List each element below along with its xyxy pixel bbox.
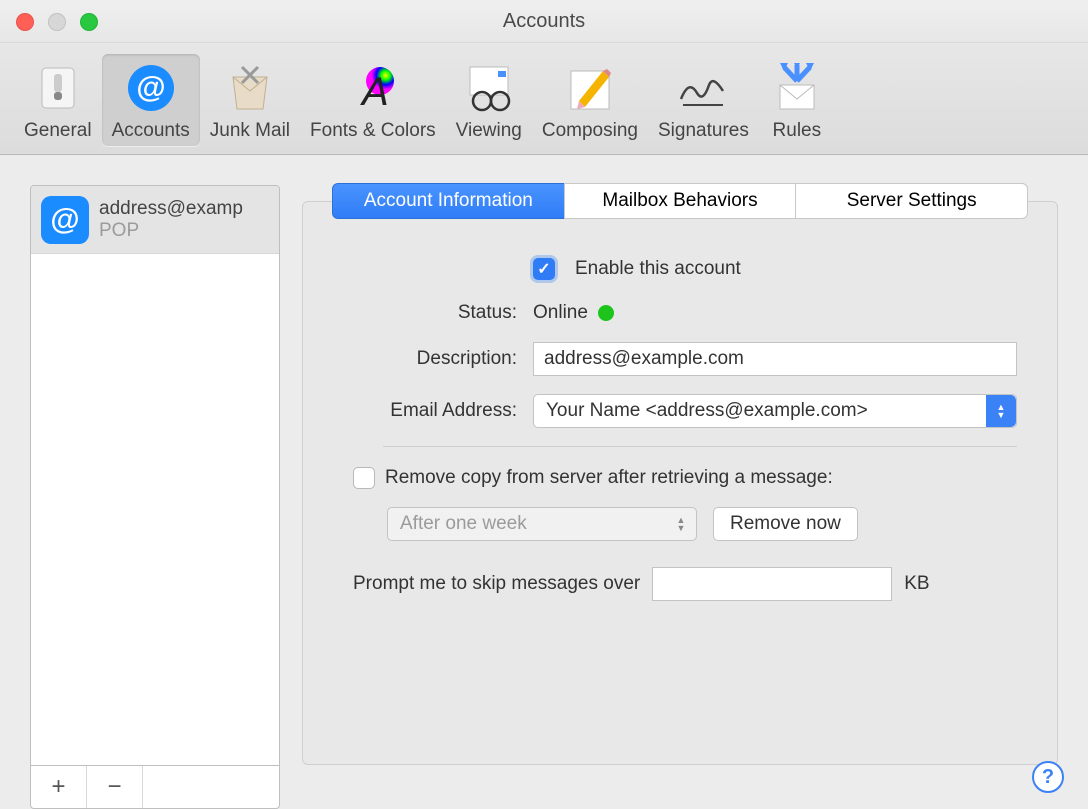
divider [383,446,1017,447]
enable-account-checkbox[interactable] [533,258,555,280]
status-online-icon [598,305,614,321]
description-input[interactable] [533,342,1017,376]
select-stepper-disabled-icon: ▲▼ [666,508,696,540]
select-stepper-icon: ▲▼ [986,395,1016,427]
toolbar-general[interactable]: General [14,54,102,146]
tab-mailbox-behaviors[interactable]: Mailbox Behaviors [564,183,796,219]
junk-mail-icon [222,60,278,116]
fonts-colors-icon: A [345,60,401,116]
sidebar-buttons: + − [30,765,280,809]
remove-account-button[interactable]: − [87,766,143,808]
remove-period-select[interactable]: After one week ▲▼ [387,507,697,541]
email-address-select[interactable]: Your Name <address@example.com> ▲▼ [533,394,1017,428]
email-address-label: Email Address: [343,400,533,422]
composing-icon [562,60,618,116]
zoom-window-button[interactable] [80,13,98,31]
accounts-icon: @ [123,60,179,116]
tab-server-settings[interactable]: Server Settings [795,183,1028,219]
enable-account-label: Enable this account [575,258,741,280]
remove-copy-checkbox[interactable] [353,467,375,489]
signatures-icon [675,60,731,116]
toolbar-fonts-colors[interactable]: A Fonts & Colors [300,54,446,146]
minimize-window-button[interactable] [48,13,66,31]
toolbar-viewing[interactable]: Viewing [446,54,532,146]
toolbar-signatures[interactable]: Signatures [648,54,759,146]
toolbar-composing[interactable]: Composing [532,54,648,146]
general-icon [30,60,86,116]
svg-text:@: @ [136,71,165,104]
remove-now-button[interactable]: Remove now [713,507,858,541]
skip-size-input[interactable] [652,567,892,601]
preferences-window: Accounts General @ Accounts Junk Mail [0,0,1088,809]
traffic-lights [16,13,98,31]
viewing-icon [461,60,517,116]
account-list-item[interactable]: @ address@examp POP [31,186,279,254]
toolbar-accounts[interactable]: @ Accounts [102,54,200,146]
svg-text:A: A [360,70,389,113]
remove-period-value: After one week [400,513,527,535]
rules-icon [769,60,825,116]
account-type: POP [99,220,243,242]
kb-label: KB [904,573,929,595]
window-title: Accounts [503,10,585,33]
prompt-skip-label: Prompt me to skip messages over [353,573,640,595]
detail-tabs: Account Information Mailbox Behaviors Se… [332,183,1028,219]
toolbar-junk-mail[interactable]: Junk Mail [200,54,300,146]
description-label: Description: [343,348,533,370]
tab-account-information[interactable]: Account Information [332,183,564,219]
help-button[interactable]: ? [1032,761,1064,793]
preferences-toolbar: General @ Accounts Junk Mail A Fonts & C [0,43,1088,155]
sidebar-spacer [143,766,279,808]
account-information-panel: Enable this account Status: Online Descr… [302,201,1058,765]
account-detail: Account Information Mailbox Behaviors Se… [302,185,1058,809]
toolbar-rules[interactable]: Rules [759,54,835,146]
accounts-sidebar: @ address@examp POP + − [30,185,280,809]
window-body: @ address@examp POP + − Account Informat… [0,155,1088,809]
at-sign-icon: @ [41,196,89,244]
remove-copy-label: Remove copy from server after retrieving… [385,467,833,489]
titlebar: Accounts [0,0,1088,43]
add-account-button[interactable]: + [31,766,87,808]
status-label: Status: [343,302,533,324]
email-address-value: Your Name <address@example.com> [546,400,868,422]
close-window-button[interactable] [16,13,34,31]
account-email: address@examp [99,198,243,220]
status-value: Online [533,302,588,324]
accounts-list[interactable]: @ address@examp POP [30,185,280,766]
